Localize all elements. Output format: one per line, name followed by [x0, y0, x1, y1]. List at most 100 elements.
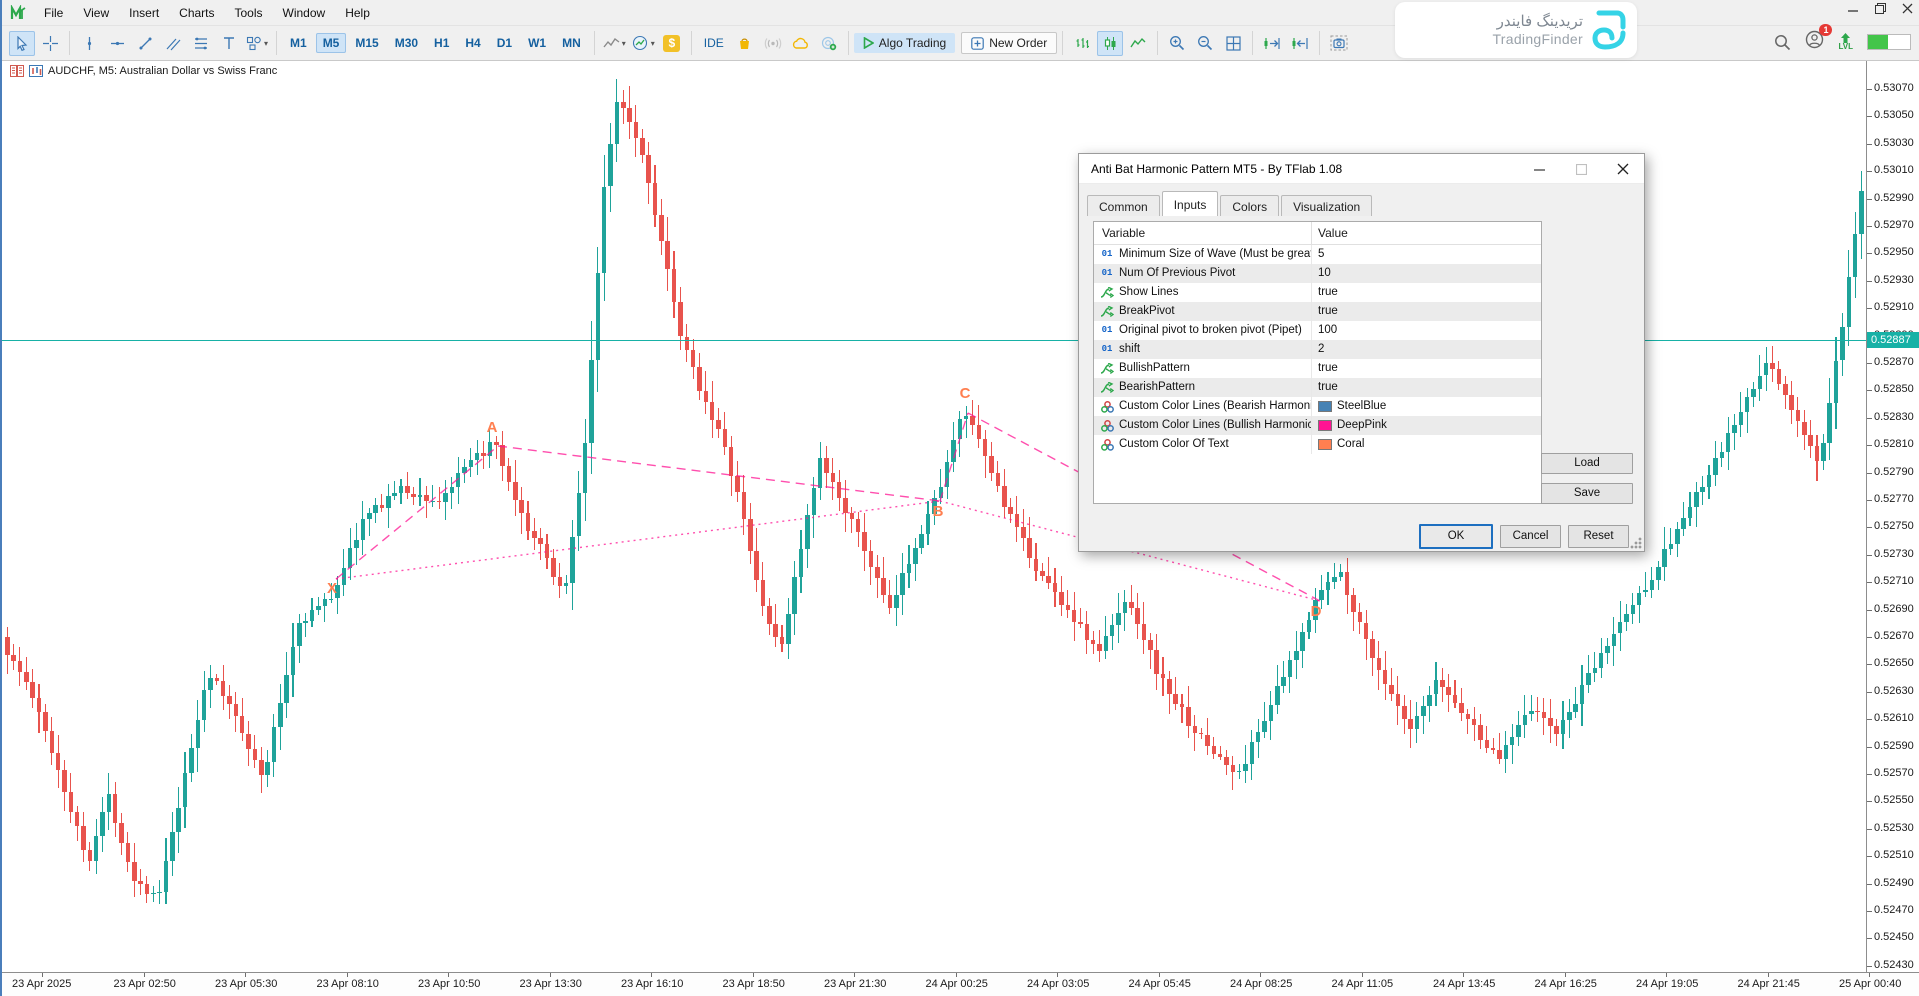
param-value[interactable]: true — [1318, 378, 1338, 397]
param-row[interactable]: BearishPatterntrue — [1094, 378, 1541, 397]
dialog-close-button[interactable] — [1602, 154, 1644, 184]
indicators-button[interactable]: ▾ — [630, 31, 657, 56]
chart-type-button[interactable]: ▾ — [601, 31, 628, 56]
param-value[interactable]: 10 — [1318, 264, 1331, 283]
timeframe-mn[interactable]: MN — [555, 33, 588, 53]
connection-status-widget[interactable] — [1867, 34, 1911, 50]
signals-icon[interactable] — [760, 31, 786, 56]
tab-inputs[interactable]: Inputs — [1162, 191, 1219, 216]
currency-button[interactable]: $ — [659, 31, 685, 56]
timeframe-m30[interactable]: M30 — [388, 33, 425, 53]
market-bag-icon[interactable] — [732, 31, 758, 56]
algo-trading-button[interactable]: Algo Trading — [854, 33, 955, 53]
param-row[interactable]: 01shift2 — [1094, 340, 1541, 359]
new-order-button[interactable]: New Order — [961, 32, 1057, 54]
channel-tool-button[interactable] — [160, 31, 186, 56]
param-value[interactable]: true — [1318, 302, 1338, 321]
chart-type-caret[interactable]: ▾ — [622, 39, 626, 48]
menu-item-view[interactable]: View — [73, 2, 119, 24]
screenshot-button[interactable] — [1326, 31, 1352, 56]
menu-item-insert[interactable]: Insert — [119, 2, 169, 24]
param-value[interactable]: 100 — [1318, 321, 1337, 340]
timeframe-m1[interactable]: M1 — [283, 33, 314, 53]
crosshair-tool-button[interactable] — [37, 31, 63, 56]
param-row[interactable]: BullishPatterntrue — [1094, 359, 1541, 378]
price-axis[interactable]: 0.52887 0.530700.530500.530300.530100.52… — [1866, 61, 1919, 972]
menu-item-tools[interactable]: Tools — [225, 2, 273, 24]
save-button[interactable]: Save — [1541, 483, 1633, 504]
candle-body — [881, 578, 886, 595]
line-chart-style-button[interactable] — [1125, 31, 1151, 56]
menu-item-window[interactable]: Window — [273, 2, 336, 24]
timeframe-h1[interactable]: H1 — [427, 33, 456, 53]
shapes-dropdown-caret[interactable]: ▾ — [264, 39, 268, 48]
text-tool-button[interactable] — [216, 31, 242, 56]
fibonacci-tool-button[interactable] — [188, 31, 214, 56]
price-tick — [1867, 610, 1872, 611]
param-value[interactable]: true — [1318, 283, 1338, 302]
parameters-table[interactable]: Variable Value 01Minimum Size of Wave (M… — [1093, 221, 1542, 504]
timeframe-w1[interactable]: W1 — [521, 33, 553, 53]
chart-shift-button[interactable] — [1287, 31, 1313, 56]
tab-visualization[interactable]: Visualization — [1281, 195, 1372, 216]
param-row[interactable]: 01Minimum Size of Wave (Must be great...… — [1094, 245, 1541, 264]
tile-windows-button[interactable] — [1220, 31, 1246, 56]
param-value[interactable]: Coral — [1337, 435, 1364, 454]
profile-button[interactable]: 1 — [1805, 30, 1824, 54]
price-tick — [1867, 966, 1872, 967]
param-row[interactable]: Custom Color Lines (Bullish Harmonic)Dee… — [1094, 416, 1541, 435]
shapes-tool-button[interactable]: ▾ — [244, 31, 270, 56]
reset-button[interactable]: Reset — [1568, 525, 1629, 548]
menu-item-help[interactable]: Help — [335, 2, 380, 24]
cloud-icon[interactable] — [788, 31, 814, 56]
candlestick-style-button[interactable] — [1097, 31, 1123, 56]
vertical-line-tool-button[interactable] — [76, 31, 102, 56]
dialog-maximize-button[interactable] — [1560, 154, 1602, 184]
ok-button[interactable]: OK — [1419, 524, 1493, 549]
community-icon[interactable] — [816, 31, 842, 56]
param-value[interactable]: DeepPink — [1337, 416, 1387, 435]
window-minimize-icon[interactable] — [1848, 3, 1859, 14]
auto-scroll-button[interactable] — [1259, 31, 1285, 56]
dialog-titlebar[interactable]: Anti Bat Harmonic Pattern MT5 - By TFlab… — [1079, 154, 1644, 184]
indicators-caret[interactable]: ▾ — [651, 39, 655, 48]
time-tick-label: 23 Apr 18:50 — [723, 978, 785, 990]
window-restore-icon[interactable] — [1875, 3, 1886, 14]
tab-common[interactable]: Common — [1087, 195, 1160, 216]
param-row[interactable]: Show Linestrue — [1094, 283, 1541, 302]
timeframe-m5[interactable]: M5 — [316, 33, 347, 53]
ide-button[interactable]: IDE — [697, 36, 731, 50]
param-value[interactable]: true — [1318, 359, 1338, 378]
lvl-indicator[interactable]: LVL — [1838, 33, 1853, 51]
timeframe-m15[interactable]: M15 — [348, 33, 385, 53]
horizontal-line-tool-button[interactable] — [104, 31, 130, 56]
zoom-in-button[interactable] — [1164, 31, 1190, 56]
candle-body — [1739, 412, 1744, 425]
trendline-tool-button[interactable] — [132, 31, 158, 56]
param-row[interactable]: 01Num Of Previous Pivot10 — [1094, 264, 1541, 283]
param-row[interactable]: Custom Color Lines (Bearish Harmonic)Ste… — [1094, 397, 1541, 416]
param-row[interactable]: BreakPivottrue — [1094, 302, 1541, 321]
zoom-out-button[interactable] — [1192, 31, 1218, 56]
timeframe-h4[interactable]: H4 — [458, 33, 487, 53]
menu-item-charts[interactable]: Charts — [169, 2, 224, 24]
param-row[interactable]: Custom Color Of TextCoral — [1094, 435, 1541, 454]
cancel-button[interactable]: Cancel — [1500, 525, 1561, 548]
dialog-minimize-button[interactable] — [1518, 154, 1560, 184]
dialog-resize-grip[interactable] — [1630, 537, 1642, 549]
param-value[interactable]: SteelBlue — [1337, 397, 1386, 416]
search-icon[interactable] — [1774, 34, 1791, 51]
timeframe-d1[interactable]: D1 — [490, 33, 519, 53]
window-close-icon[interactable] — [1902, 3, 1913, 14]
cursor-tool-button[interactable] — [9, 31, 35, 56]
menu-item-file[interactable]: File — [34, 2, 73, 24]
tab-colors[interactable]: Colors — [1220, 195, 1279, 216]
load-button[interactable]: Load — [1541, 453, 1633, 474]
param-value[interactable]: 5 — [1318, 245, 1324, 264]
param-row[interactable]: 01Original pivot to broken pivot (Pipet)… — [1094, 321, 1541, 340]
time-axis[interactable]: 23 Apr 202523 Apr 02:5023 Apr 05:3023 Ap… — [2, 972, 1919, 996]
candle-body — [1256, 732, 1261, 742]
bar-chart-style-button[interactable] — [1069, 31, 1095, 56]
param-value[interactable]: 2 — [1318, 340, 1324, 359]
time-tick-label: 24 Apr 03:05 — [1027, 978, 1089, 990]
